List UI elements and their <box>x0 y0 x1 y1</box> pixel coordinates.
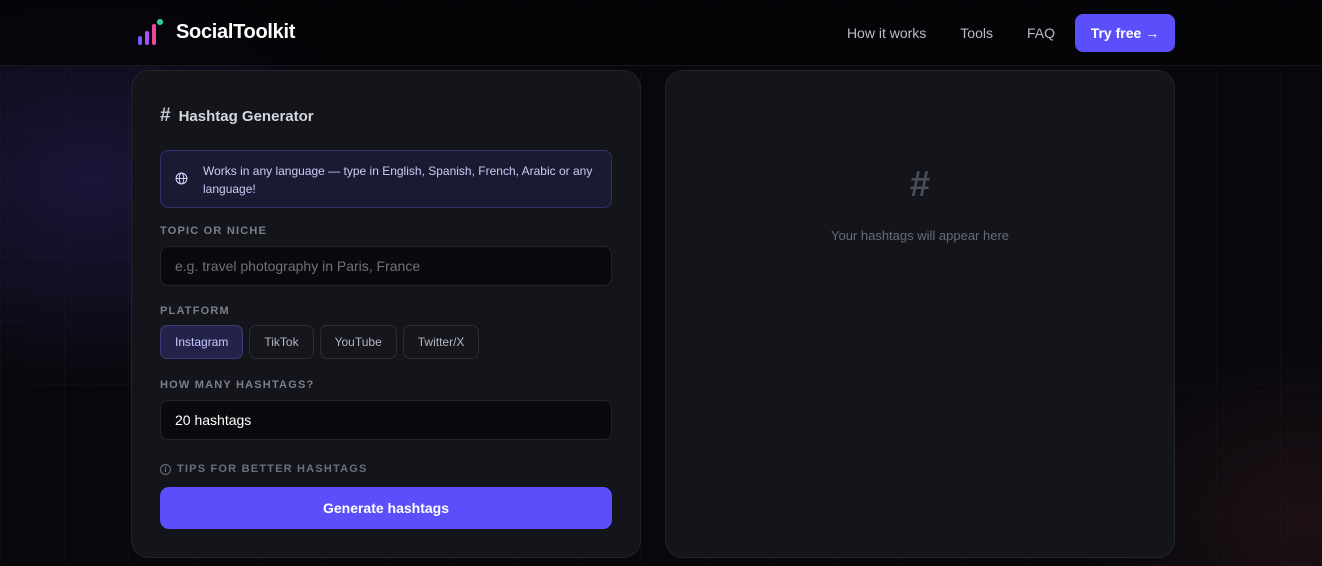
language-info-banner: Works in any language — type in English,… <box>160 150 612 208</box>
page-title: Hashtag Generator <box>178 107 314 125</box>
platform-selector: Instagram TikTok YouTube Twitter/X <box>160 325 480 359</box>
brand-name: SocialToolkit <box>176 20 296 43</box>
brand[interactable]: SocialToolkit <box>136 17 295 47</box>
language-info-text: Works in any language — type in English,… <box>203 164 593 196</box>
nav-faq[interactable]: FAQ <box>1027 25 1055 41</box>
results-placeholder-text: Your hashtags will appear here <box>830 228 1010 243</box>
hash-icon: # <box>160 105 171 126</box>
results-card: # Your hashtags will appear here <box>665 70 1175 558</box>
platform-youtube[interactable]: YouTube <box>319 325 397 359</box>
globe-icon <box>175 172 188 185</box>
arrow-right-icon: → <box>1145 25 1160 41</box>
tips-toggle[interactable]: i TIPS FOR BETTER HASHTAGS <box>160 463 368 475</box>
topic-input[interactable] <box>160 246 612 286</box>
top-navbar: SocialToolkit How it works Tools FAQ Try… <box>0 0 1322 66</box>
hash-placeholder-icon: # <box>909 163 931 204</box>
platform-twitter-x[interactable]: Twitter/X <box>402 325 480 359</box>
count-label: HOW MANY HASHTAGS? <box>160 379 315 391</box>
topic-label: TOPIC OR NICHE <box>160 225 268 237</box>
tips-label: TIPS FOR BETTER HASHTAGS <box>177 463 368 475</box>
try-free-label: Try free <box>1090 25 1142 41</box>
hashtag-count-select[interactable]: 20 hashtags <box>160 400 612 440</box>
platform-tiktok[interactable]: TikTok <box>249 325 314 359</box>
info-icon: i <box>160 463 171 475</box>
platform-label: PLATFORM <box>160 305 230 317</box>
generate-button[interactable]: Generate hashtags <box>160 487 612 529</box>
logo-icon <box>136 17 166 47</box>
try-free-button[interactable]: Try free → <box>1075 14 1175 52</box>
main-nav: How it works Tools FAQ Try free → <box>847 14 1175 52</box>
nav-how-it-works[interactable]: How it works <box>847 25 926 41</box>
generator-card: # Hashtag Generator Works in any languag… <box>131 70 641 558</box>
card-title: # Hashtag Generator <box>160 105 314 127</box>
platform-instagram[interactable]: Instagram <box>160 325 244 359</box>
nav-tools[interactable]: Tools <box>960 25 993 41</box>
